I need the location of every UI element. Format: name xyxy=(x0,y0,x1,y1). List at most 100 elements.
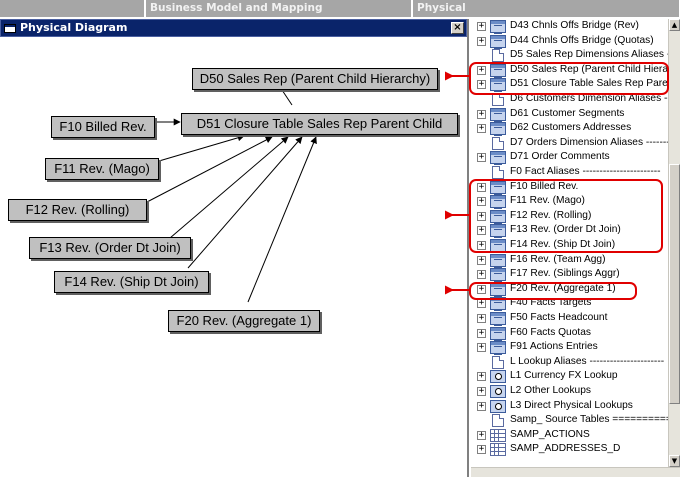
table-icon xyxy=(490,20,506,34)
tree-item-label: F16 Rev. (Team Agg) xyxy=(510,253,606,265)
join-line-f14-d51 xyxy=(187,136,303,269)
table-node-d50[interactable]: D50 Sales Rep (Parent Child Hierarchy) xyxy=(192,68,438,90)
app-root: Business Model and Mapping Physical Phys… xyxy=(0,0,680,477)
highlight-box-f20 xyxy=(469,282,637,300)
grid-table-icon xyxy=(490,428,506,442)
physical-diagram-window: Physical Diagram × D50 Sales Rep (Parent… xyxy=(0,19,469,477)
tree-item-label: Samp_ Source Tables ============== xyxy=(510,414,668,426)
physical-tree-panel: + D43 Chnls Offs Bridge (Rev) + D44 Chnls O… xyxy=(469,19,680,477)
tree-item[interactable]: D7 Orders Dimension Aliases --------- xyxy=(471,136,668,151)
table-icon xyxy=(490,107,506,122)
tree-item-label: F17 Rev. (Siblings Aggr) xyxy=(510,268,620,280)
tab-business-model-and-mapping[interactable]: Business Model and Mapping xyxy=(146,0,412,17)
tree-item-label: F0 Fact Aliases ----------------------- xyxy=(510,166,661,177)
expand-plus-icon[interactable]: + xyxy=(477,387,486,396)
physical-diagram-title: Physical Diagram xyxy=(20,21,128,34)
tree-item-label: D62 Customers Addresses xyxy=(510,122,632,134)
tree-item-label: D43 Chnls Offs Bridge (Rev) xyxy=(510,20,639,31)
diagram-canvas[interactable]: D50 Sales Rep (Parent Child Hierarchy) D… xyxy=(0,38,467,477)
lookup-icon xyxy=(490,385,506,398)
expand-plus-icon[interactable]: + xyxy=(477,372,486,382)
expand-plus-icon[interactable]: + xyxy=(477,153,486,163)
expand-plus-icon[interactable]: + xyxy=(477,270,486,280)
tree-item-label: D7 Orders Dimension Aliases --------- xyxy=(510,136,668,148)
tree-item-label: F60 Facts Quotas xyxy=(510,326,591,338)
lookup-icon xyxy=(490,399,506,413)
tree-item[interactable]: + D62 Customers Addresses xyxy=(471,121,668,137)
tree-item[interactable]: + F17 Rev. (Siblings Aggr) xyxy=(471,267,668,283)
alias-icon xyxy=(492,136,504,150)
tree-item[interactable]: + L2 Other Lookups xyxy=(471,384,668,399)
tree-item-label: F50 Facts Headcount xyxy=(510,312,608,323)
expand-plus-icon[interactable]: + xyxy=(477,343,486,353)
grid-table-icon xyxy=(490,443,506,457)
expand-plus-icon[interactable]: + xyxy=(477,124,486,134)
expand-plus-icon[interactable]: + xyxy=(477,314,486,323)
tab-presentation[interactable] xyxy=(0,0,145,17)
horizontal-scrollbar[interactable] xyxy=(471,467,680,477)
join-line-f11-d51 xyxy=(158,134,245,162)
expand-plus-icon[interactable]: + xyxy=(477,36,486,46)
scroll-up-icon[interactable]: ▲ xyxy=(669,19,680,31)
tree-item[interactable]: + F16 Rev. (Team Agg) xyxy=(471,253,668,268)
tree-item[interactable]: + SAMP_ADDRESSES_D xyxy=(471,442,668,457)
window-icon xyxy=(4,24,16,33)
tree-item[interactable]: + F60 Facts Quotas xyxy=(471,326,668,341)
expand-plus-icon[interactable]: + xyxy=(477,328,486,338)
tree-item[interactable]: Samp_ Source Tables ============== xyxy=(471,413,668,428)
tree-item[interactable]: L Lookup Aliases ---------------------- xyxy=(471,355,668,370)
expand-plus-icon[interactable]: + xyxy=(477,299,486,309)
tree-item-label: D71 Order Comments xyxy=(510,151,610,163)
table-node-d51[interactable]: D51 Closure Table Sales Rep Parent Child xyxy=(181,113,458,135)
table-node-f13[interactable]: F13 Rev. (Order Dt Join) xyxy=(29,237,191,259)
table-icon xyxy=(490,268,506,283)
expand-plus-icon[interactable]: + xyxy=(477,401,486,411)
scroll-down-icon[interactable]: ▼ xyxy=(669,455,680,467)
join-line-f12-d51 xyxy=(146,136,273,203)
tree-item[interactable]: + D44 Chnls Offs Bridge (Quotas) xyxy=(471,34,668,49)
tree-item-label: D44 Chnls Offs Bridge (Quotas) xyxy=(510,34,654,46)
alias-icon xyxy=(492,166,504,179)
tree-item-label: D61 Customer Segments xyxy=(510,107,625,119)
tree-item-label: D5 Sales Rep Dimensions Aliases ----- xyxy=(510,49,668,61)
highlight-box-f10-f14 xyxy=(469,179,663,253)
table-icon xyxy=(490,341,506,356)
tree-item[interactable]: + SAMP_ACTIONS xyxy=(471,428,668,443)
tree-item[interactable]: + D61 Customer Segments xyxy=(471,107,668,122)
table-node-f11[interactable]: F11 Rev. (Mago) xyxy=(45,158,159,180)
vertical-scrollbar[interactable]: ▲ ▼ xyxy=(668,19,680,467)
expand-plus-icon[interactable]: + xyxy=(477,109,486,119)
table-node-f12[interactable]: F12 Rev. (Rolling) xyxy=(8,199,147,221)
join-line-f20-d51 xyxy=(247,136,317,303)
table-icon xyxy=(490,34,506,49)
tree-item[interactable]: + F50 Facts Headcount xyxy=(471,311,668,326)
tree-item-label: L Lookup Aliases ---------------------- xyxy=(510,355,665,367)
table-node-f10[interactable]: F10 Billed Rev. xyxy=(51,116,155,138)
table-node-f20[interactable]: F20 Rev. (Aggregate 1) xyxy=(168,310,320,332)
table-icon xyxy=(490,312,506,326)
tree-item[interactable]: D5 Sales Rep Dimensions Aliases ----- xyxy=(471,48,668,63)
tree-item-label: F91 Actions Entries xyxy=(510,341,598,353)
tree-item[interactable]: + D71 Order Comments xyxy=(471,150,668,166)
expand-plus-icon[interactable]: + xyxy=(477,22,486,31)
scrollbar-thumb[interactable] xyxy=(669,164,680,404)
table-icon xyxy=(490,326,506,341)
tree-item[interactable]: + F91 Actions Entries xyxy=(471,340,668,356)
alias-icon xyxy=(492,355,504,369)
tree-item[interactable]: F0 Fact Aliases ----------------------- xyxy=(471,165,668,180)
tree-item[interactable]: + L1 Currency FX Lookup xyxy=(471,369,668,384)
table-icon xyxy=(490,151,506,166)
table-icon xyxy=(490,253,506,268)
tree-item-label: SAMP_ADDRESSES_D xyxy=(510,443,621,455)
alias-icon xyxy=(492,49,504,63)
alias-icon xyxy=(492,414,504,428)
tree-item-label: L3 Direct Physical Lookups xyxy=(510,399,633,411)
table-node-f14[interactable]: F14 Rev. (Ship Dt Join) xyxy=(54,271,209,293)
tree-item[interactable]: + D43 Chnls Offs Bridge (Rev) xyxy=(471,19,668,34)
physical-diagram-titlebar[interactable]: Physical Diagram × xyxy=(0,19,467,37)
tree-item[interactable]: + L3 Direct Physical Lookups xyxy=(471,399,668,414)
expand-plus-icon[interactable]: + xyxy=(477,445,486,455)
lookup-icon xyxy=(490,370,506,384)
expand-plus-icon[interactable]: + xyxy=(477,430,486,440)
expand-plus-icon[interactable]: + xyxy=(477,255,486,265)
